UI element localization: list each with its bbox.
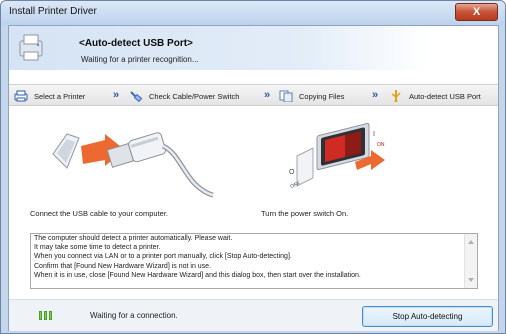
usb-caption: Connect the USB cable to your computer. (30, 209, 168, 218)
off-label: O (289, 169, 295, 176)
step-copying-files: Copying Files (279, 89, 344, 103)
copy-files-icon (279, 90, 293, 102)
step-arrow-icon: » (113, 89, 119, 101)
page-subtitle: Waiting for a printer recognition... (81, 55, 199, 64)
close-icon: X (472, 6, 481, 18)
footer-bar: Waiting for a connection. Stop Auto-dete… (9, 299, 498, 331)
scroll-down-icon[interactable] (468, 278, 474, 282)
power-switch-illustration: O OFF I ON (289, 122, 385, 190)
installer-window: Install Printer Driver X <Auto-detect US… (0, 0, 506, 334)
close-button[interactable]: X (455, 3, 498, 21)
step-check-cable: Check Cable/Power Switch (129, 89, 239, 103)
message-line: When you connect via LAN or to a printer… (34, 253, 292, 261)
step-label: Check Cable/Power Switch (149, 91, 240, 101)
window-title: Install Printer Driver (9, 6, 97, 17)
step-arrow-icon: » (264, 89, 270, 101)
usb-cable-illustration (52, 132, 214, 198)
title-bar: Install Printer Driver X (1, 1, 505, 25)
scroll-up-icon[interactable] (468, 240, 474, 244)
progress-segment (39, 311, 42, 320)
step-select-printer: Select a Printer (14, 89, 85, 103)
status-text: Waiting for a connection. (90, 311, 178, 320)
off-text: OFF (290, 181, 301, 190)
on-text: ON (377, 142, 385, 148)
on-mark: I (373, 131, 375, 138)
message-line: When it is in use, close [Found New Hard… (34, 271, 361, 279)
message-line: It may take some time to detect a printe… (34, 244, 161, 252)
cable-icon (130, 91, 143, 102)
message-line: The computer should detect a printer aut… (34, 235, 233, 242)
page-title: <Auto-detect USB Port> (79, 38, 193, 49)
message-line: Confirm that [Found New Hardware Wizard]… (34, 262, 212, 270)
progress-indicator (39, 311, 52, 320)
header-panel: <Auto-detect USB Port> Waiting for a pri… (9, 26, 429, 70)
stop-auto-detecting-button[interactable]: Stop Auto-detecting (362, 306, 493, 327)
usb-port-icon (391, 90, 401, 102)
progress-segment (49, 311, 52, 320)
progress-segment (44, 311, 47, 320)
power-caption: Turn the power switch On. (261, 209, 349, 218)
step-label: Auto-detect USB Port (409, 91, 481, 101)
printer-driver-icon (19, 34, 43, 61)
step-label: Select a Printer (34, 91, 86, 101)
step-arrow-icon: » (372, 89, 378, 101)
dialog-client: <Auto-detect USB Port> Waiting for a pri… (8, 25, 499, 331)
vertical-scrollbar[interactable] (464, 234, 477, 288)
step-label: Copying Files (299, 91, 345, 101)
step-bar: Select a Printer » Check Cable/Power Swi… (9, 84, 498, 106)
step-auto-detect: Auto-detect USB Port (389, 89, 481, 103)
message-textbox[interactable]: The computer should detect a printer aut… (30, 233, 478, 289)
printer-icon (14, 90, 28, 102)
